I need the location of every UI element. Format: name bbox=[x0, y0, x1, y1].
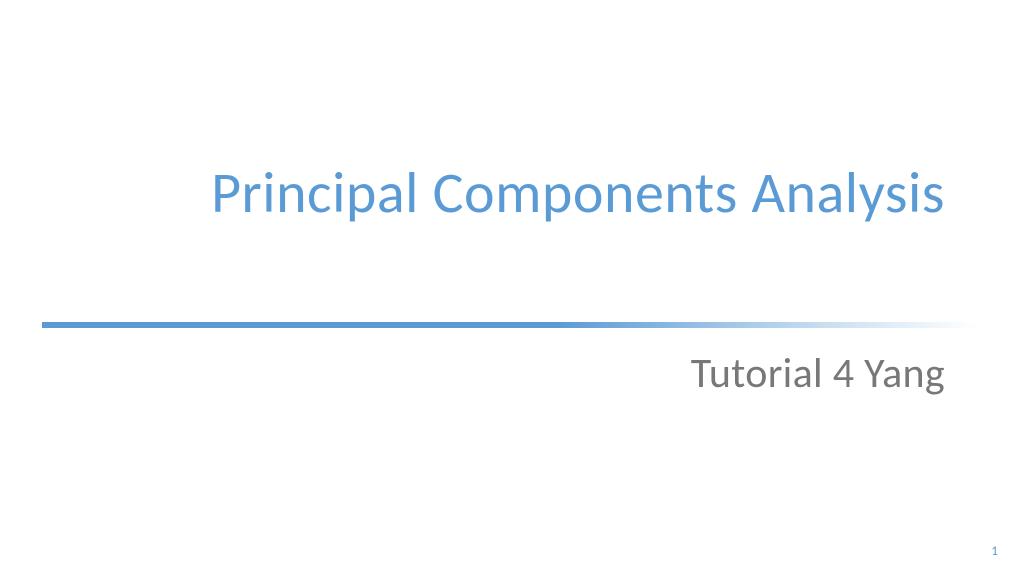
slide: Principal Components Analysis Tutorial 4… bbox=[0, 0, 1020, 573]
page-number: 1 bbox=[991, 544, 998, 559]
divider-line bbox=[42, 322, 978, 328]
slide-subtitle: Tutorial 4 Yang bbox=[691, 348, 945, 399]
title-block: Principal Components Analysis bbox=[211, 160, 945, 227]
subtitle-block: Tutorial 4 Yang bbox=[691, 348, 945, 399]
slide-title: Principal Components Analysis bbox=[211, 160, 945, 227]
